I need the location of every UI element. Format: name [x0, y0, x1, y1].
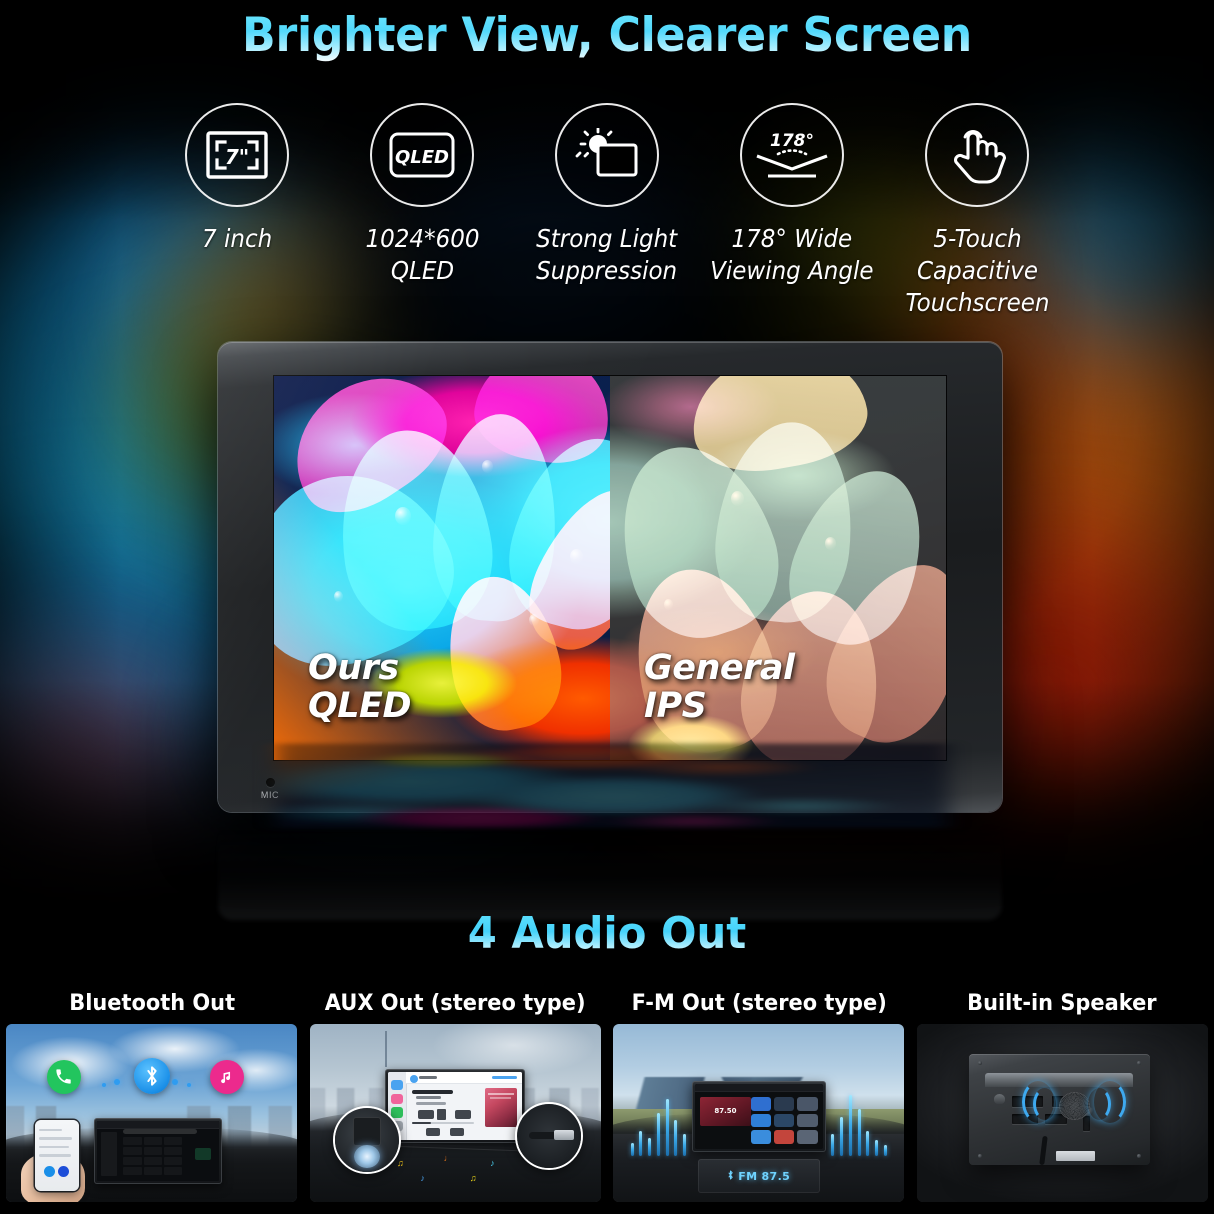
svg-text:7": 7": [225, 145, 249, 169]
audio-panel-label: F-M Out (stereo type): [631, 990, 887, 1016]
feature-touchscreen: 5-Touch Capacitive Touchscreen: [885, 103, 1070, 319]
track-title: [412, 1090, 453, 1095]
feature-screen-size: 7" 7 inch: [145, 103, 330, 255]
audio-section-title: 4 Audio Out: [30, 908, 1183, 959]
aux-port-callout-left: [333, 1105, 402, 1174]
fm-frequency-display: 87.50: [699, 1096, 752, 1126]
feature-qled-resolution: QLED 1024*600 QLED: [330, 103, 515, 287]
radio-lcd-display: FM 87.5: [727, 1170, 790, 1183]
feature-label: Strong Light Suppression: [536, 224, 678, 285]
track-artist: [416, 1096, 441, 1100]
radio-frequency: 87.5: [761, 1169, 791, 1183]
bluetooth-icon: [134, 1057, 171, 1094]
track-album: [416, 1101, 446, 1105]
dialpad: [123, 1136, 182, 1176]
aux-jack-callout-right: [515, 1102, 584, 1171]
audio-panel-bluetooth: Bluetooth Out: [0, 990, 304, 1202]
mic-label: MIC: [260, 790, 280, 800]
viewing-angle-icon: 178°: [740, 103, 844, 207]
audio-panels: Bluetooth Out AUX Out (stereo type) ♫ ♪ …: [0, 990, 1214, 1202]
audio-panel-label: AUX Out (stereo type): [324, 990, 586, 1016]
playing-next-badge: [491, 1076, 518, 1080]
screen-half-qled: Ours QLED: [274, 376, 610, 760]
device-body: Ours QLED General IPS MIC: [218, 342, 1002, 812]
audio-panel-fm: F-M Out (stereo type) 87.50 FM 87.5: [607, 990, 911, 1202]
bluetooth-out-image: [6, 1024, 298, 1202]
svg-text:QLED: QLED: [395, 147, 449, 168]
sun-glare-icon: [555, 103, 659, 207]
feature-label: 178° Wide Viewing Angle: [710, 224, 874, 285]
touch-hand-icon: [925, 103, 1029, 207]
microphone: MIC: [250, 778, 290, 800]
audio-panel-speaker: Built-in Speaker: [911, 990, 1214, 1202]
device-mockup: Ours QLED General IPS MIC: [218, 342, 1002, 812]
fm-out-image: 87.50 FM 87.5: [613, 1024, 905, 1202]
audio-panel-label: Built-in Speaker: [967, 990, 1157, 1016]
feature-label: 1024*600 QLED: [365, 224, 479, 285]
page-title: Brighter View, Clearer Screen: [36, 8, 1177, 63]
audio-panel-aux: AUX Out (stereo type) ♫ ♪ ♩ ♫ ♪: [304, 990, 608, 1202]
feature-viewing-angle: 178° 178° Wide Viewing Angle: [700, 103, 885, 287]
feature-label: 5-Touch Capacitive Touchscreen: [904, 224, 1050, 317]
smartphone-mockup: [35, 1120, 79, 1192]
screen-half-ips: General IPS: [610, 376, 946, 760]
feature-icon-row: 7" 7 inch QLED 1024*600 QLED Strong Ligh…: [0, 103, 1214, 319]
mic-hole-icon: [265, 778, 275, 787]
screen-caption-ours: Ours QLED: [308, 648, 412, 727]
screen-caption-general: General IPS: [644, 648, 795, 727]
device-screen: Ours QLED General IPS: [274, 376, 946, 760]
product-infographic: Brighter View, Clearer Screen 7" 7 inch: [0, 0, 1214, 1214]
audio-panel-label: Bluetooth Out: [68, 990, 235, 1016]
phone-call-icon: [46, 1059, 81, 1094]
feature-light-suppression: Strong Light Suppression: [515, 103, 700, 287]
svg-text:178°: 178°: [770, 131, 814, 151]
car-fm-radio: FM 87.5: [697, 1159, 820, 1194]
album-art: [484, 1088, 517, 1127]
head-unit-device: [93, 1118, 222, 1185]
screen-size-icon: 7": [185, 103, 289, 207]
qled-panel-icon: QLED: [370, 103, 474, 207]
aux-out-image: ♫ ♪ ♩ ♫ ♪: [309, 1024, 601, 1202]
built-in-speaker-image: [916, 1024, 1208, 1202]
music-note-icon: [209, 1059, 244, 1094]
fm-head-unit: 87.50: [691, 1080, 826, 1153]
radio-band: FM: [738, 1169, 758, 1183]
feature-label: 7 inch: [201, 224, 273, 253]
carplay-head-unit: [385, 1068, 526, 1144]
